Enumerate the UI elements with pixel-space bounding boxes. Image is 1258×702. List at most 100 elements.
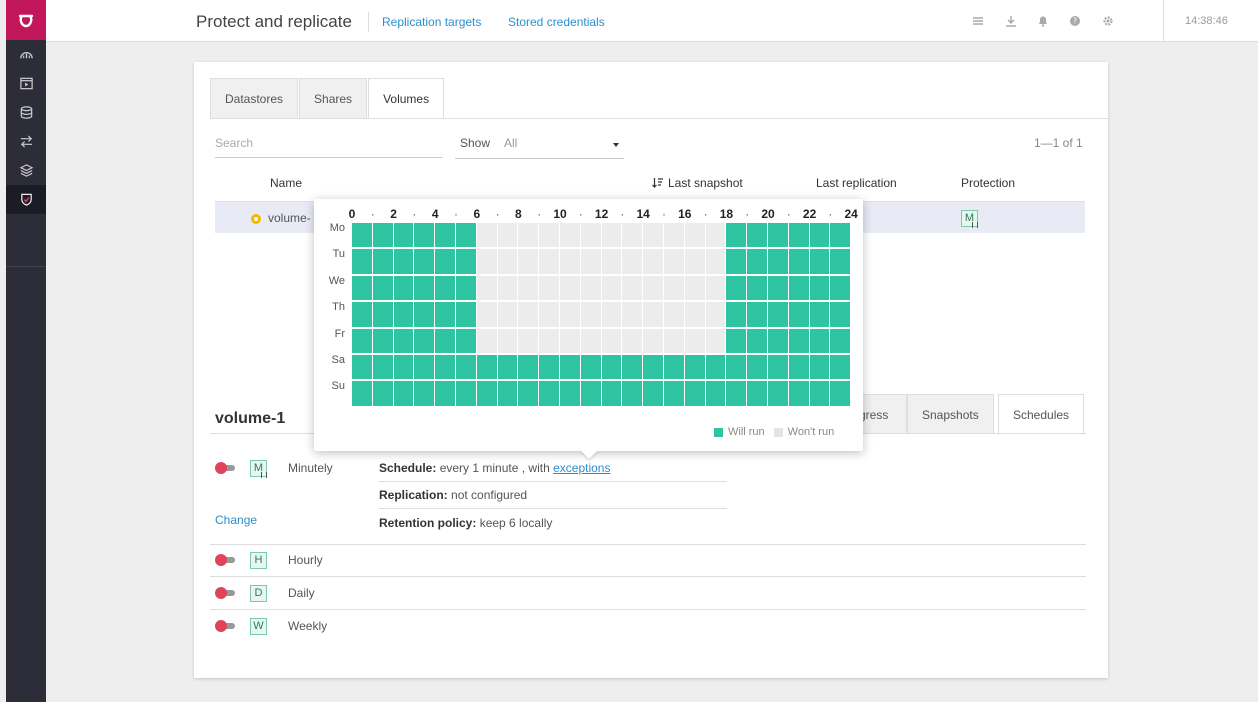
- column-header-protection[interactable]: Protection: [961, 176, 1015, 190]
- column-header-last-replication[interactable]: Last replication: [816, 176, 897, 190]
- heatmap-cell[interactable]: [393, 381, 415, 407]
- heatmap-cell[interactable]: [643, 381, 664, 407]
- heatmap-cell[interactable]: [372, 302, 394, 328]
- tab-shares[interactable]: Shares: [299, 78, 368, 118]
- heatmap-cell[interactable]: [539, 275, 560, 302]
- help-icon[interactable]: ?: [1068, 14, 1082, 28]
- heatmap-cell[interactable]: [643, 275, 664, 302]
- heatmap-cell[interactable]: [497, 381, 519, 407]
- heatmap-cell[interactable]: [830, 381, 852, 407]
- heatmap-cell[interactable]: [559, 275, 581, 302]
- heatmap-cell[interactable]: [393, 354, 415, 381]
- heatmap-cell[interactable]: [622, 354, 644, 381]
- heatmap-cell[interactable]: [518, 328, 540, 354]
- heatmap-cell[interactable]: [435, 223, 456, 249]
- heatmap-cell[interactable]: [747, 328, 768, 354]
- transfer-arrows-icon[interactable]: [6, 127, 46, 156]
- heatmap-cell[interactable]: [809, 223, 831, 249]
- heatmap-cell[interactable]: [726, 275, 748, 302]
- heatmap-cell[interactable]: [705, 354, 727, 381]
- heatmap-cell[interactable]: [705, 223, 727, 249]
- heatmap-cell[interactable]: [518, 354, 540, 381]
- bell-icon[interactable]: [1036, 14, 1050, 28]
- heatmap-cell[interactable]: [580, 381, 602, 407]
- heatmap-cell[interactable]: [372, 354, 394, 381]
- heatmap-cell[interactable]: [726, 302, 748, 328]
- heatmap-cell[interactable]: [663, 249, 685, 275]
- heatmap-cell[interactable]: [643, 354, 664, 381]
- heatmap-cell[interactable]: [809, 302, 831, 328]
- minutely-toggle[interactable]: [215, 462, 237, 474]
- heatmap-cell[interactable]: [352, 381, 373, 407]
- heatmap-cell[interactable]: [809, 249, 831, 275]
- heatmap-cell[interactable]: [414, 328, 436, 354]
- heatmap-cell[interactable]: [559, 328, 581, 354]
- heatmap-cell[interactable]: [352, 275, 373, 302]
- heatmap-cell[interactable]: [476, 381, 498, 407]
- heatmap-cell[interactable]: [684, 302, 706, 328]
- heatmap-cell[interactable]: [643, 328, 664, 354]
- search-input[interactable]: Search: [215, 136, 443, 158]
- heatmap-cell[interactable]: [809, 328, 831, 354]
- heatmap-cell[interactable]: [580, 223, 602, 249]
- heatmap-cell[interactable]: [767, 302, 789, 328]
- heatmap-cell[interactable]: [414, 302, 436, 328]
- heatmap-cell[interactable]: [393, 302, 415, 328]
- heatmap-cell[interactable]: [663, 302, 685, 328]
- settings-gear-icon[interactable]: [1101, 14, 1115, 28]
- heatmap-cell[interactable]: [663, 354, 685, 381]
- column-header-name[interactable]: Name: [270, 176, 302, 190]
- heatmap-cell[interactable]: [414, 381, 436, 407]
- heatmap-cell[interactable]: [830, 223, 852, 249]
- heatmap-cell[interactable]: [372, 275, 394, 302]
- heatmap-cell[interactable]: [705, 275, 727, 302]
- heatmap-cell[interactable]: [518, 275, 540, 302]
- heatmap-cell[interactable]: [622, 249, 644, 275]
- heatmap-cell[interactable]: [705, 249, 727, 275]
- heatmap-cell[interactable]: [663, 381, 685, 407]
- heatmap-cell[interactable]: [663, 223, 685, 249]
- heatmap-cell[interactable]: [747, 249, 768, 275]
- heatmap-cell[interactable]: [455, 223, 477, 249]
- heatmap-cell[interactable]: [455, 354, 477, 381]
- heatmap-cell[interactable]: [476, 275, 498, 302]
- heatmap-cell[interactable]: [601, 275, 623, 302]
- heatmap-cell[interactable]: [643, 302, 664, 328]
- heatmap-cell[interactable]: [435, 354, 456, 381]
- heatmap-cell[interactable]: [726, 354, 748, 381]
- heatmap-cell[interactable]: [830, 249, 852, 275]
- heatmap-cell[interactable]: [518, 302, 540, 328]
- heatmap-cell[interactable]: [705, 302, 727, 328]
- heatmap-cell[interactable]: [559, 249, 581, 275]
- heatmap-cell[interactable]: [455, 302, 477, 328]
- heatmap-cell[interactable]: [352, 302, 373, 328]
- app-logo-icon[interactable]: [6, 0, 46, 40]
- heatmap-cell[interactable]: [788, 302, 810, 328]
- heatmap-cell[interactable]: [580, 249, 602, 275]
- heatmap-cell[interactable]: [435, 249, 456, 275]
- heatmap-cell[interactable]: [518, 223, 540, 249]
- heatmap-cell[interactable]: [518, 381, 540, 407]
- layers-icon[interactable]: [6, 156, 46, 185]
- heatmap-cell[interactable]: [559, 381, 581, 407]
- heatmap-cell[interactable]: [767, 223, 789, 249]
- heatmap-cell[interactable]: [559, 302, 581, 328]
- heatmap-cell[interactable]: [476, 328, 498, 354]
- heatmap-cell[interactable]: [705, 381, 727, 407]
- heatmap-cell[interactable]: [601, 249, 623, 275]
- heatmap-cell[interactable]: [788, 249, 810, 275]
- heatmap-cell[interactable]: [684, 381, 706, 407]
- heatmap-cell[interactable]: [372, 381, 394, 407]
- heatmap-cell[interactable]: [767, 275, 789, 302]
- heatmap-cell[interactable]: [663, 275, 685, 302]
- chevron-down-icon[interactable]: [613, 143, 619, 147]
- heatmap-cell[interactable]: [684, 275, 706, 302]
- heatmap-cell[interactable]: [414, 223, 436, 249]
- weekly-toggle[interactable]: [215, 620, 237, 632]
- heatmap-cell[interactable]: [788, 354, 810, 381]
- heatmap-cell[interactable]: [601, 302, 623, 328]
- console-icon[interactable]: [6, 69, 46, 98]
- heatmap-cell[interactable]: [352, 223, 373, 249]
- heatmap-cell[interactable]: [393, 275, 415, 302]
- heatmap-cell[interactable]: [767, 249, 789, 275]
